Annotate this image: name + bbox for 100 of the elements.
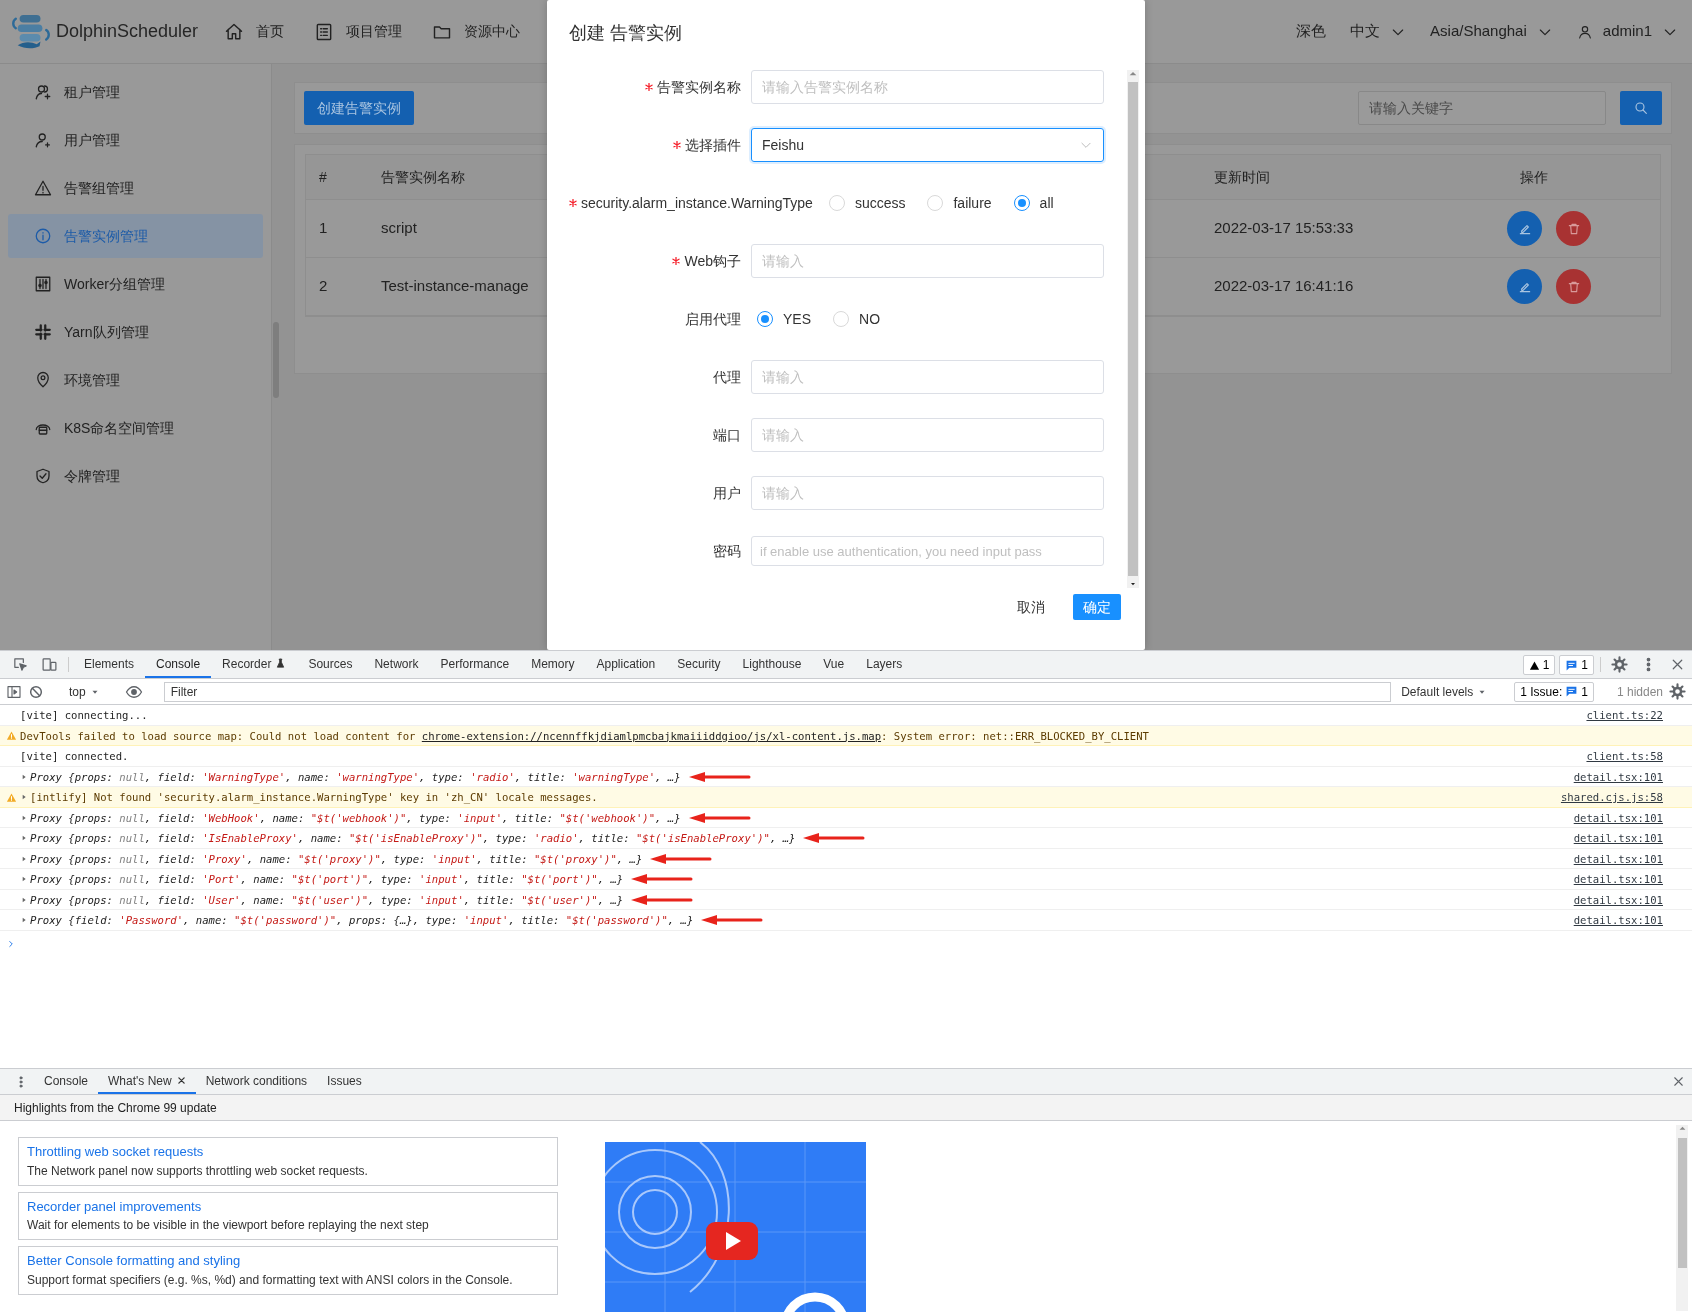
sidebar-item[interactable]: 租户管理 xyxy=(8,70,263,114)
table-cell: 2022-03-17 16:41:16 xyxy=(1201,258,1507,316)
info-icon xyxy=(34,227,52,245)
devtools-tab[interactable]: Security xyxy=(666,651,732,678)
source-link[interactable]: client.ts:22 xyxy=(1576,708,1663,722)
devtools-tab[interactable]: Layers xyxy=(855,651,914,678)
prompt-icon xyxy=(6,939,16,950)
levels-dropdown[interactable]: Default levels xyxy=(1397,682,1492,701)
console-message: Proxy {field: 'Password', name: "$t('password')", props: {…}, type: 'input', title: "$t('password')", …} xyxy=(30,913,694,927)
input-field[interactable]: if enable use authentication, you need input pass xyxy=(751,536,1104,566)
caret-down-icon xyxy=(1129,580,1137,588)
sidebar-item[interactable]: Yarn队列管理 xyxy=(8,310,263,354)
feature-link[interactable]: Recorder panel improvements xyxy=(27,1196,549,1216)
warning-icon xyxy=(34,179,52,197)
devtools-tab[interactable]: Elements xyxy=(73,651,146,678)
feature-description: The Network panel now supports throttling web socket requests. xyxy=(27,1162,369,1180)
cancel-button[interactable]: 取消 xyxy=(1011,595,1051,619)
sidebar-item[interactable]: 环境管理 xyxy=(8,358,263,402)
sidebar-item[interactable]: 告警组管理 xyxy=(8,166,263,210)
delete-button[interactable] xyxy=(1556,269,1591,304)
user-menu[interactable]: admin1 xyxy=(1576,20,1678,43)
input-field[interactable]: 请输入 xyxy=(751,244,1104,278)
expand-icon xyxy=(20,813,28,822)
message-count-button[interactable]: 1 xyxy=(1559,655,1594,675)
delete-button[interactable] xyxy=(1556,211,1591,246)
source-link[interactable]: detail.tsx:101 xyxy=(1563,872,1663,886)
feature-description: Wait for elements to be visible in the viewport before replaying the next step xyxy=(27,1217,430,1234)
devtools-tab[interactable]: Memory xyxy=(520,651,586,678)
source-map-link[interactable]: chrome-extension://ncennffkjdiamlpmcbajkmaiiiddgioo/js/xl-content.js.map xyxy=(421,729,882,742)
devtools-tab[interactable]: Vue xyxy=(812,651,856,678)
context-dropdown[interactable]: top xyxy=(65,682,104,701)
devtools-tab[interactable]: Console xyxy=(145,651,212,678)
console-message: Proxy {props: null, field: 'WarningType', name: 'warningType', type: 'radio', title: 'warningType', …} xyxy=(30,769,681,784)
input-field[interactable]: 请输入告警实例名称 xyxy=(751,70,1104,104)
source-link[interactable]: detail.tsx:101 xyxy=(1563,810,1663,825)
select-field[interactable]: Feishu xyxy=(751,128,1104,162)
console-message: Proxy {props: null, field: 'IsEnableProxy', name: "$t('isEnableProxy')", type: 'radio', title: "$t('isEnableProxy')", …} xyxy=(30,831,796,845)
warning-icon xyxy=(6,730,17,741)
theme-toggle[interactable]: 深色 xyxy=(1296,20,1327,43)
search-button[interactable] xyxy=(1620,91,1662,125)
devtools-tab[interactable]: Lighthouse xyxy=(731,651,813,678)
console-message: DevTools failed to load source map: Could not load content for chrome-extension://ncennffkjdiamlpmcbajkmaiiiddgioo/js/xl-content.js.map: System error: net::ERR_BLOCKED_BY_CLIENT xyxy=(20,728,1149,743)
drawer-tab[interactable]: Network conditions xyxy=(195,1069,318,1094)
flask-icon xyxy=(275,658,287,669)
search-field[interactable]: 请输入关键字 xyxy=(1358,91,1606,125)
nav-link[interactable]: 资源中心 xyxy=(432,21,521,42)
filter-field[interactable]: Filter xyxy=(163,681,1392,702)
sidebar-toggle-icon xyxy=(6,683,22,700)
drawer-tab[interactable]: Issues xyxy=(317,1069,372,1094)
source-link[interactable]: client.ts:58 xyxy=(1576,749,1663,763)
source-link[interactable]: detail.tsx:101 xyxy=(1563,831,1663,845)
field-label: 选择插件 xyxy=(685,135,741,155)
input-field[interactable]: 请输入 xyxy=(751,360,1104,394)
sidebar-item[interactable]: Worker分组管理 xyxy=(8,262,263,306)
create-button[interactable]: 创建告警实例 xyxy=(304,91,414,125)
source-link[interactable]: detail.tsx:101 xyxy=(1563,913,1663,927)
sidebar-item[interactable]: 用户管理 xyxy=(8,118,263,162)
drawer-tab[interactable]: Console xyxy=(34,1069,99,1094)
expand-icon xyxy=(20,916,28,924)
feature-link[interactable]: Better Console formatting and styling xyxy=(27,1251,549,1271)
timezone-dropdown[interactable]: Asia/Shanghai xyxy=(1430,20,1553,43)
settings-icon xyxy=(1611,656,1628,673)
warning-count-button[interactable]: 1 xyxy=(1522,655,1556,675)
nav-link[interactable]: 首页 xyxy=(224,21,285,42)
warning-icon xyxy=(1528,659,1540,671)
caret-up-icon xyxy=(1678,1125,1686,1132)
source-link[interactable]: detail.tsx:101 xyxy=(1563,769,1663,784)
people-icon xyxy=(34,83,52,101)
settings-icon xyxy=(1669,683,1686,700)
shield-check-icon xyxy=(34,467,52,485)
devtools-tab[interactable]: Application xyxy=(585,651,667,678)
language-dropdown[interactable]: 中文 xyxy=(1350,20,1407,43)
clear-icon xyxy=(28,683,44,700)
close-icon xyxy=(1671,1074,1686,1089)
edit-button[interactable] xyxy=(1507,211,1542,246)
location-pin-icon xyxy=(34,371,52,389)
issues-button[interactable]: 1 Issue: 1 xyxy=(1514,681,1594,702)
sidebar-item[interactable]: K8S命名空间管理 xyxy=(8,406,263,450)
edit-button[interactable] xyxy=(1507,269,1542,304)
console-message: [vite] connecting... xyxy=(20,708,148,722)
input-field[interactable]: 请输入 xyxy=(751,418,1104,452)
devtools-tab[interactable]: Performance xyxy=(429,651,521,678)
message-icon xyxy=(1565,685,1579,698)
expand-icon xyxy=(20,834,28,842)
devtools-tab[interactable]: Recorder xyxy=(211,651,298,678)
sidebar-item[interactable]: 令牌管理 xyxy=(8,454,263,498)
nav-link[interactable]: 项目管理 xyxy=(314,21,403,42)
input-field[interactable]: 请输入 xyxy=(751,476,1104,510)
inspect-icon xyxy=(12,656,29,673)
message-icon xyxy=(1565,658,1579,672)
devtools-tab[interactable]: Sources xyxy=(297,651,364,678)
source-link[interactable]: shared.cjs.js:58 xyxy=(1550,790,1663,804)
console-message: Proxy {props: null, field: 'Port', name: "$t('port')", type: 'input', title: "$t('port')", …} xyxy=(30,872,624,886)
source-link[interactable]: detail.tsx:101 xyxy=(1563,892,1663,907)
devtools-tab[interactable]: Network xyxy=(363,651,430,678)
source-link[interactable]: detail.tsx:101 xyxy=(1563,851,1663,866)
console-message: [vite] connected. xyxy=(20,749,129,763)
sliders-icon xyxy=(34,275,52,293)
app-name: DolphinScheduler xyxy=(56,20,199,43)
feature-link[interactable]: Throttling web socket requests xyxy=(27,1142,549,1162)
